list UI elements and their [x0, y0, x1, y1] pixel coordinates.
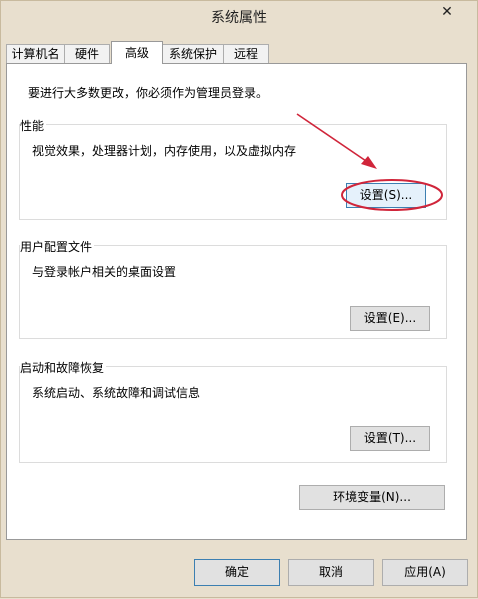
- close-button[interactable]: ✕: [425, 1, 469, 23]
- title-bar: 系统属性 ✕: [1, 1, 477, 33]
- advanced-tab-panel: 要进行大多数更改，你必须作为管理员登录。 性能 视觉效果，处理器计划，内存使用，…: [6, 63, 467, 540]
- performance-settings-button[interactable]: 设置(S)...: [346, 183, 426, 208]
- tab-system-protection[interactable]: 系统保护: [162, 44, 224, 63]
- startup-recovery-group: 启动和故障恢复 系统启动、系统故障和调试信息 设置(T)...: [19, 359, 447, 463]
- performance-group: 性能 视觉效果，处理器计划，内存使用，以及虚拟内存 设置(S)...: [19, 117, 447, 220]
- system-properties-window: 系统属性 ✕ 计算机名 硬件 高级 系统保护 远程 要进行大多数更改，你必须作为…: [0, 0, 478, 598]
- ok-button[interactable]: 确定: [194, 559, 280, 586]
- tab-advanced[interactable]: 高级: [111, 41, 163, 64]
- performance-group-title: 性能: [20, 117, 47, 134]
- close-icon: ✕: [441, 4, 453, 20]
- tab-computer-name[interactable]: 计算机名: [6, 44, 65, 63]
- startup-recovery-group-title: 启动和故障恢复: [20, 359, 107, 376]
- tab-hardware[interactable]: 硬件: [64, 44, 110, 63]
- user-profiles-description: 与登录帐户相关的桌面设置: [32, 265, 177, 279]
- performance-description: 视觉效果，处理器计划，内存使用，以及虚拟内存: [32, 144, 297, 158]
- cancel-button[interactable]: 取消: [288, 559, 374, 586]
- tab-remote[interactable]: 远程: [223, 44, 269, 63]
- window-title: 系统属性: [211, 10, 267, 26]
- user-profiles-settings-button[interactable]: 设置(E)...: [350, 306, 430, 331]
- user-profiles-group-title: 用户配置文件: [20, 238, 95, 255]
- admin-notice: 要进行大多数更改，你必须作为管理员登录。: [28, 86, 269, 100]
- user-profiles-group: 用户配置文件 与登录帐户相关的桌面设置 设置(E)...: [19, 238, 447, 339]
- startup-recovery-settings-button[interactable]: 设置(T)...: [350, 426, 430, 451]
- startup-recovery-description: 系统启动、系统故障和调试信息: [32, 386, 201, 400]
- apply-button[interactable]: 应用(A): [382, 559, 468, 586]
- environment-variables-button[interactable]: 环境变量(N)...: [299, 485, 445, 510]
